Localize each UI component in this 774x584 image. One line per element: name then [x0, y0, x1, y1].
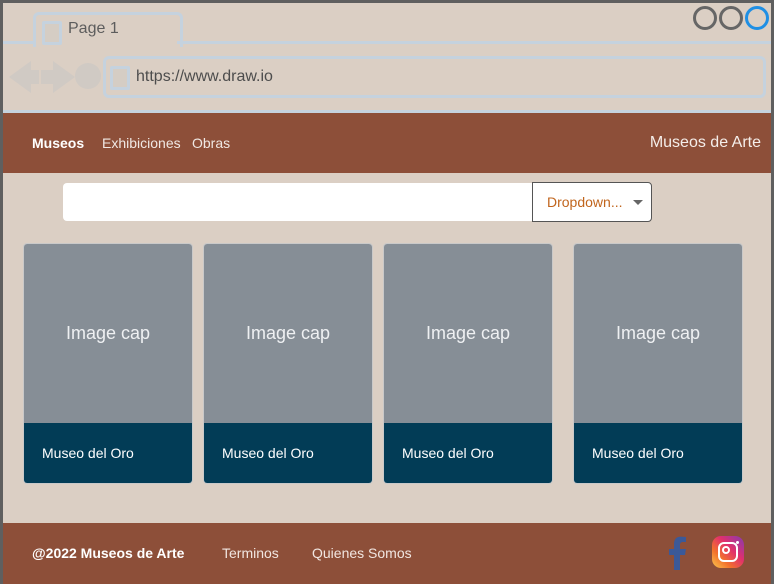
museum-card[interactable]: Image cap Museo del Oro: [23, 243, 193, 484]
museum-card[interactable]: Image cap Museo del Oro: [383, 243, 553, 484]
image-cap-label: Image cap: [425, 323, 511, 343]
back-arrow-icon[interactable]: [27, 70, 39, 84]
card-body: Museo del Oro: [204, 423, 372, 483]
image-cap-label: Image cap: [615, 323, 701, 343]
minimize-button[interactable]: [693, 6, 717, 30]
footer: @2022 Museos de Arte Terminos Quienes So…: [3, 523, 771, 584]
museum-card[interactable]: Image cap Museo del Oro: [573, 243, 743, 484]
maximize-button[interactable]: [719, 6, 743, 30]
refresh-icon[interactable]: [75, 63, 101, 89]
instagram-icon[interactable]: [712, 536, 744, 568]
browser-chrome: Page 1 https://www.draw.io: [3, 3, 771, 113]
card-body: Museo del Oro: [384, 423, 552, 483]
card-title[interactable]: Museo del Oro: [42, 445, 134, 461]
caret-down-icon: [633, 200, 643, 205]
tab-strip-line: [177, 41, 771, 44]
page-icon: [110, 66, 130, 90]
card-image: Image cap: [384, 244, 552, 423]
card-image: Image cap: [24, 244, 192, 423]
nav-link-exhibiciones[interactable]: Exhibiciones: [102, 135, 181, 151]
footer-copyright: @2022 Museos de Arte: [32, 545, 185, 561]
window-controls: [693, 6, 769, 30]
instagram-flash: [736, 541, 739, 544]
tab-label: Page 1: [68, 20, 119, 37]
close-button[interactable]: [745, 6, 769, 30]
nav-link-museos[interactable]: Museos: [32, 135, 84, 151]
footer-link-quienes-somos[interactable]: Quienes Somos: [312, 545, 412, 561]
image-cap-label: Image cap: [65, 323, 151, 343]
forward-arrow-icon[interactable]: [41, 70, 53, 84]
tab-strip-line: [3, 41, 35, 44]
navigation-controls: [9, 57, 109, 97]
dropdown-button[interactable]: Dropdown...: [532, 182, 652, 222]
forward-arrow-icon[interactable]: [53, 61, 75, 93]
navbar-brand[interactable]: Museos de Arte: [650, 134, 761, 152]
card-title[interactable]: Museo del Oro: [592, 445, 684, 461]
nav-link-obras[interactable]: Obras: [192, 135, 230, 151]
card-title[interactable]: Museo del Oro: [402, 445, 494, 461]
browser-tab[interactable]: Page 1: [33, 12, 183, 47]
url-text[interactable]: https://www.draw.io: [136, 68, 273, 86]
image-cap-label: Image cap: [245, 323, 331, 343]
facebook-icon[interactable]: [667, 536, 687, 570]
card-body: Museo del Oro: [24, 423, 192, 483]
card-image: Image cap: [204, 244, 372, 423]
page-icon: [42, 21, 62, 45]
browser-window: Page 1 https://www.draw.io Museos Exhibi…: [0, 0, 774, 584]
card-title[interactable]: Museo del Oro: [222, 445, 314, 461]
dropdown-label: Dropdown...: [547, 194, 623, 210]
navbar: Museos Exhibiciones Obras Museos de Arte: [3, 113, 771, 173]
instagram-lens: [722, 546, 730, 554]
search-input[interactable]: [63, 183, 533, 221]
card-body: Museo del Oro: [574, 423, 742, 483]
card-image: Image cap: [574, 244, 742, 423]
footer-link-terminos[interactable]: Terminos: [222, 545, 279, 561]
museum-card[interactable]: Image cap Museo del Oro: [203, 243, 373, 484]
address-bar[interactable]: https://www.draw.io: [103, 56, 766, 98]
